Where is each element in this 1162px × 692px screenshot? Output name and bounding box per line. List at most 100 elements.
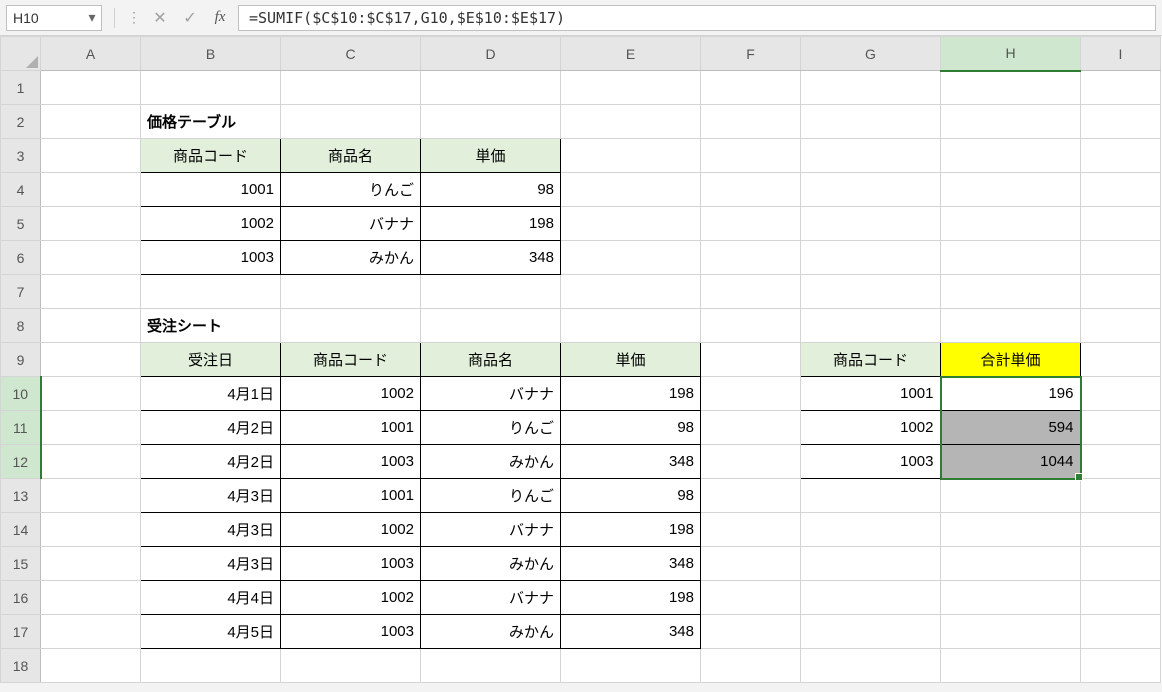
cell-H8[interactable] xyxy=(941,309,1081,343)
cell-I12[interactable] xyxy=(1081,445,1161,479)
cell-A11[interactable] xyxy=(41,411,141,445)
cell-E2[interactable] xyxy=(561,105,701,139)
cell-C7[interactable] xyxy=(281,275,421,309)
cell-E17[interactable]: 348 xyxy=(561,615,701,649)
col-header-H[interactable]: H xyxy=(941,37,1081,71)
row-header-5[interactable]: 5 xyxy=(1,207,41,241)
cell-F12[interactable] xyxy=(701,445,801,479)
cell-H10[interactable]: 196 xyxy=(941,377,1081,411)
cell-D15[interactable]: みかん xyxy=(421,547,561,581)
cell-D7[interactable] xyxy=(421,275,561,309)
cell-F7[interactable] xyxy=(701,275,801,309)
cell-G9[interactable]: 商品コード xyxy=(801,343,941,377)
cell-C9[interactable]: 商品コード xyxy=(281,343,421,377)
cell-F3[interactable] xyxy=(701,139,801,173)
cell-F8[interactable] xyxy=(701,309,801,343)
cell-F13[interactable] xyxy=(701,479,801,513)
cell-E5[interactable] xyxy=(561,207,701,241)
row-header-12[interactable]: 12 xyxy=(1,445,41,479)
cell-B2[interactable]: 価格テーブル xyxy=(141,105,281,139)
cell-A7[interactable] xyxy=(41,275,141,309)
cell-H5[interactable] xyxy=(941,207,1081,241)
cell-H13[interactable] xyxy=(941,479,1081,513)
cell-I1[interactable] xyxy=(1081,71,1161,105)
cell-B3[interactable]: 商品コード xyxy=(141,139,281,173)
col-header-G[interactable]: G xyxy=(801,37,941,71)
cell-A6[interactable] xyxy=(41,241,141,275)
cell-F4[interactable] xyxy=(701,173,801,207)
cell-H18[interactable] xyxy=(941,649,1081,683)
cell-E7[interactable] xyxy=(561,275,701,309)
cell-B4[interactable]: 1001 xyxy=(141,173,281,207)
cell-E8[interactable] xyxy=(561,309,701,343)
cell-G10[interactable]: 1001 xyxy=(801,377,941,411)
row-header-15[interactable]: 15 xyxy=(1,547,41,581)
cell-B5[interactable]: 1002 xyxy=(141,207,281,241)
cell-G4[interactable] xyxy=(801,173,941,207)
cell-B8[interactable]: 受注シート xyxy=(141,309,281,343)
cell-G18[interactable] xyxy=(801,649,941,683)
col-header-I[interactable]: I xyxy=(1081,37,1161,71)
cell-E12[interactable]: 348 xyxy=(561,445,701,479)
row-header-16[interactable]: 16 xyxy=(1,581,41,615)
cell-G7[interactable] xyxy=(801,275,941,309)
cancel-icon[interactable]: ✕ xyxy=(148,6,172,30)
cell-F1[interactable] xyxy=(701,71,801,105)
cell-I10[interactable] xyxy=(1081,377,1161,411)
cell-A9[interactable] xyxy=(41,343,141,377)
cell-B1[interactable] xyxy=(141,71,281,105)
cell-G16[interactable] xyxy=(801,581,941,615)
cell-D1[interactable] xyxy=(421,71,561,105)
cell-I2[interactable] xyxy=(1081,105,1161,139)
col-header-A[interactable]: A xyxy=(41,37,141,71)
cell-H7[interactable] xyxy=(941,275,1081,309)
cell-A14[interactable] xyxy=(41,513,141,547)
cell-E11[interactable]: 98 xyxy=(561,411,701,445)
cell-F15[interactable] xyxy=(701,547,801,581)
cell-F14[interactable] xyxy=(701,513,801,547)
cell-G3[interactable] xyxy=(801,139,941,173)
cell-E10[interactable]: 198 xyxy=(561,377,701,411)
cell-F11[interactable] xyxy=(701,411,801,445)
row-header-11[interactable]: 11 xyxy=(1,411,41,445)
cell-E3[interactable] xyxy=(561,139,701,173)
cell-H11[interactable]: 594 xyxy=(941,411,1081,445)
cell-C15[interactable]: 1003 xyxy=(281,547,421,581)
name-box-dropdown-icon[interactable]: ▾ xyxy=(86,10,98,26)
cell-A13[interactable] xyxy=(41,479,141,513)
cell-B15[interactable]: 4月3日 xyxy=(141,547,281,581)
cell-I15[interactable] xyxy=(1081,547,1161,581)
cell-F18[interactable] xyxy=(701,649,801,683)
cell-H12[interactable]: 1044 xyxy=(941,445,1081,479)
cell-D9[interactable]: 商品名 xyxy=(421,343,561,377)
cell-F2[interactable] xyxy=(701,105,801,139)
cell-C8[interactable] xyxy=(281,309,421,343)
cell-F10[interactable] xyxy=(701,377,801,411)
row-header-4[interactable]: 4 xyxy=(1,173,41,207)
cell-I3[interactable] xyxy=(1081,139,1161,173)
select-all-corner[interactable] xyxy=(1,37,41,71)
cell-B14[interactable]: 4月3日 xyxy=(141,513,281,547)
cell-E1[interactable] xyxy=(561,71,701,105)
cell-H6[interactable] xyxy=(941,241,1081,275)
row-header-13[interactable]: 13 xyxy=(1,479,41,513)
cell-C1[interactable] xyxy=(281,71,421,105)
cell-I5[interactable] xyxy=(1081,207,1161,241)
range-expand-icon[interactable]: ⋮ xyxy=(127,9,142,26)
cell-I8[interactable] xyxy=(1081,309,1161,343)
cell-E15[interactable]: 348 xyxy=(561,547,701,581)
cell-D11[interactable]: りんご xyxy=(421,411,561,445)
row-header-8[interactable]: 8 xyxy=(1,309,41,343)
formula-input[interactable]: =SUMIF($C$10:$C$17,G10,$E$10:$E$17) xyxy=(238,5,1156,31)
cell-G11[interactable]: 1002 xyxy=(801,411,941,445)
cell-D14[interactable]: バナナ xyxy=(421,513,561,547)
row-header-7[interactable]: 7 xyxy=(1,275,41,309)
cell-E6[interactable] xyxy=(561,241,701,275)
cell-B13[interactable]: 4月3日 xyxy=(141,479,281,513)
cell-B6[interactable]: 1003 xyxy=(141,241,281,275)
row-header-18[interactable]: 18 xyxy=(1,649,41,683)
row-header-2[interactable]: 2 xyxy=(1,105,41,139)
cell-D2[interactable] xyxy=(421,105,561,139)
cell-C13[interactable]: 1001 xyxy=(281,479,421,513)
cell-D13[interactable]: りんご xyxy=(421,479,561,513)
